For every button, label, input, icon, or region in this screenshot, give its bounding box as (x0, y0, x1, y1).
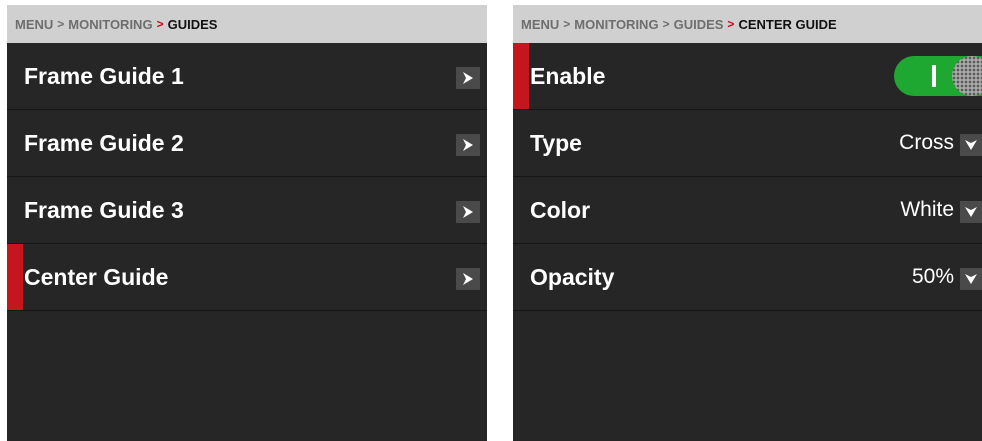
menu-item-frame-guide-2[interactable]: Frame Guide 2 (7, 110, 487, 177)
breadcrumb-separator: > (662, 17, 670, 31)
chevron-down-icon[interactable] (960, 134, 982, 156)
chevron-right-icon[interactable] (456, 134, 480, 156)
breadcrumb-current-center-guide: CENTER GUIDE (738, 16, 837, 32)
breadcrumb-item-guides[interactable]: GUIDES (674, 17, 724, 32)
menu-item-center-guide[interactable]: Center Guide (7, 244, 487, 311)
color-value[interactable]: White (900, 198, 954, 222)
breadcrumb-item-menu[interactable]: MENU (521, 17, 559, 32)
breadcrumb-separator: > (57, 17, 65, 31)
chevron-right-icon[interactable] (456, 67, 480, 89)
menu-item-label: Frame Guide 1 (24, 62, 184, 89)
menu-item-frame-guide-3[interactable]: Frame Guide 3 (7, 177, 487, 244)
opacity-value[interactable]: 50% (912, 265, 954, 289)
chevron-down-icon[interactable] (960, 268, 982, 290)
toggle-knob[interactable] (952, 56, 982, 96)
chevron-right-icon[interactable] (456, 268, 480, 290)
setting-row-enable[interactable]: Enable (513, 43, 982, 110)
setting-row-color[interactable]: Color White (513, 177, 982, 244)
chevron-right-icon[interactable] (456, 201, 480, 223)
menu-item-frame-guide-1[interactable]: Frame Guide 1 (7, 43, 487, 110)
selection-indicator (7, 244, 23, 310)
breadcrumb-item-menu[interactable]: MENU (15, 17, 53, 32)
setting-label-color: Color (530, 196, 591, 223)
breadcrumb: MENU > MONITORING > GUIDES (7, 5, 487, 43)
setting-row-opacity[interactable]: Opacity 50% (513, 244, 982, 311)
setting-label-type: Type (530, 129, 582, 156)
setting-row-type[interactable]: Type Cross (513, 110, 982, 177)
breadcrumb-item-monitoring[interactable]: MONITORING (574, 17, 658, 32)
breadcrumb-current-guides: GUIDES (167, 16, 218, 32)
breadcrumb-separator-current: > (156, 17, 164, 31)
chevron-down-icon[interactable] (960, 201, 982, 223)
menu-item-label: Frame Guide 2 (24, 129, 184, 156)
type-value[interactable]: Cross (899, 131, 954, 155)
breadcrumb-separator: > (563, 17, 571, 31)
center-guide-panel: MENU > MONITORING > GUIDES > CENTER GUID… (513, 5, 982, 441)
breadcrumb: MENU > MONITORING > GUIDES > CENTER GUID… (513, 5, 982, 43)
guides-panel: MENU > MONITORING > GUIDES Frame Guide 1… (7, 5, 487, 441)
setting-label-opacity: Opacity (530, 263, 615, 290)
breadcrumb-item-monitoring[interactable]: MONITORING (68, 17, 152, 32)
breadcrumb-separator-current: > (727, 17, 735, 31)
menu-item-label: Frame Guide 3 (24, 196, 184, 223)
toggle-on-indicator (932, 65, 936, 87)
selection-indicator (513, 43, 529, 109)
enable-toggle[interactable] (894, 56, 982, 96)
menu-item-label: Center Guide (24, 263, 169, 290)
